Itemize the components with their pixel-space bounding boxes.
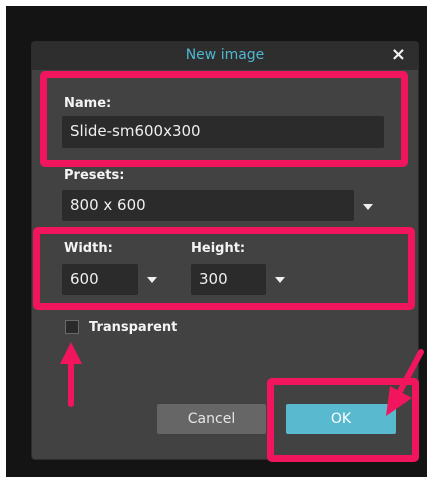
name-label: Name: — [64, 96, 112, 111]
height-select[interactable]: 300 — [191, 264, 266, 295]
name-input[interactable]: Slide-sm600x300 — [62, 116, 384, 148]
dialog-titlebar: New image × — [32, 42, 418, 70]
width-dropdown-icon[interactable] — [147, 277, 157, 283]
presets-dropdown-icon[interactable] — [363, 204, 373, 210]
width-select[interactable]: 600 — [62, 264, 138, 295]
presets-select[interactable]: 800 x 600 — [62, 190, 354, 221]
width-label: Width: — [64, 241, 113, 256]
transparent-checkbox[interactable] — [65, 320, 79, 334]
ok-button[interactable]: OK — [286, 404, 396, 434]
height-dropdown-icon[interactable] — [275, 277, 285, 283]
screenshot: New image × Name: Slide-sm600x300 Preset… — [0, 0, 428, 481]
new-image-dialog: New image × Name: Slide-sm600x300 Preset… — [32, 42, 418, 459]
presets-label: Presets: — [64, 168, 125, 183]
cancel-button[interactable]: Cancel — [157, 404, 266, 434]
height-label: Height: — [191, 241, 246, 256]
transparent-label: Transparent — [89, 320, 178, 335]
close-icon[interactable]: × — [391, 45, 406, 65]
dialog-title: New image — [185, 47, 265, 63]
